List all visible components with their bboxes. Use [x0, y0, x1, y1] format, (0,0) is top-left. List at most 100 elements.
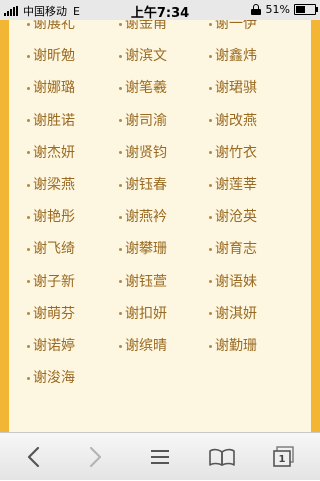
name-text: 谢胜诺 — [33, 112, 75, 129]
name-item[interactable]: 谢燕衿 — [119, 208, 167, 226]
name-text: 谢浚海 — [33, 370, 75, 387]
name-item[interactable]: 谢司渝 — [119, 112, 167, 130]
bullet-dot — [27, 247, 30, 251]
name-item[interactable]: 谢梁燕 — [27, 176, 75, 194]
battery-percent: 51% — [265, 3, 290, 16]
back-icon — [27, 446, 40, 468]
bookmarks-button[interactable] — [197, 433, 247, 481]
name-item[interactable]: 谢金甬 — [119, 20, 167, 33]
name-item[interactable]: 谢子新 — [27, 273, 75, 291]
forward-icon — [89, 446, 102, 468]
name-text: 谢司渝 — [125, 112, 167, 129]
name-item[interactable]: 谢娜璐 — [27, 79, 75, 97]
name-item[interactable]: 谢语妹 — [209, 273, 257, 291]
name-text: 谢飞绮 — [33, 241, 75, 258]
name-text: 谢缤晴 — [125, 338, 167, 354]
battery-level — [296, 6, 306, 13]
name-item[interactable]: 谢飞绮 — [27, 240, 75, 258]
bullet-dot — [119, 86, 122, 90]
name-list-panel[interactable]: 谢展礼 谢金甬 谢一伊 谢昕勉 谢滨文 谢鑫炜 谢娜璐 谢笔羲 谢珺骐 谢胜诺 谢司渝 谢改燕 谢杰妍谢… — [9, 20, 311, 432]
name-item[interactable]: 谢改燕 — [209, 112, 257, 130]
name-item[interactable]: 谢萌芬 — [27, 305, 75, 323]
name-item[interactable]: 谢鑫炜 — [209, 47, 257, 65]
name-text: 谢展礼 — [33, 20, 75, 32]
bullet-dot — [119, 312, 122, 316]
name-text: 谢金甬 — [125, 20, 167, 32]
bullet-dot — [27, 312, 30, 316]
back-button[interactable] — [8, 433, 58, 481]
name-item[interactable]: 谢艳彤 — [27, 208, 75, 226]
bullet-dot — [27, 151, 30, 155]
name-item[interactable]: 谢竹衣 — [209, 144, 257, 162]
name-item[interactable]: 谢钰春 — [119, 176, 167, 194]
name-item[interactable]: 谢昕勉 — [27, 47, 75, 65]
name-text: 谢贤钧 — [125, 144, 167, 161]
name-item[interactable]: 谢贤钧 — [119, 144, 167, 162]
name-text: 谢艳彤 — [33, 209, 75, 226]
bullet-dot — [119, 247, 122, 251]
name-item[interactable]: 谢杰妍 — [27, 144, 75, 162]
name-item[interactable]: 谢滨文 — [119, 47, 167, 65]
name-text: 谢莲莘 — [215, 177, 257, 193]
bullet-dot — [119, 344, 122, 348]
name-item[interactable]: 谢淇妍 — [209, 305, 257, 323]
name-item[interactable]: 谢笔羲 — [119, 79, 167, 97]
name-text: 谢梁燕 — [33, 177, 75, 193]
name-text: 谢燕衿 — [125, 209, 167, 226]
name-item[interactable]: 谢钰萱 — [119, 273, 167, 291]
name-text: 谢沧英 — [215, 209, 257, 226]
bullet-dot — [119, 22, 122, 26]
name-item[interactable]: 谢诺婷 — [27, 337, 75, 355]
name-item[interactable]: 谢莲莘 — [209, 176, 257, 194]
name-item[interactable]: 谢胜诺 — [27, 112, 75, 130]
bullet-dot — [209, 86, 212, 90]
menu-button[interactable] — [135, 433, 185, 481]
menu-icon — [151, 450, 169, 464]
battery-icon — [294, 4, 318, 15]
bullet-dot — [209, 22, 212, 26]
name-item[interactable]: 谢珺骐 — [209, 79, 257, 97]
name-item[interactable]: 谢浚海 — [27, 369, 75, 387]
bullet-dot — [209, 215, 212, 219]
bullet-dot — [209, 280, 212, 284]
tabs-button[interactable]: 1 — [259, 433, 309, 481]
browser-toolbar: 1 — [0, 432, 320, 480]
page-frame: 谢展礼 谢金甬 谢一伊 谢昕勉 谢滨文 谢鑫炜 谢娜璐 谢笔羲 谢珺骐 谢胜诺 谢司渝 谢改燕 谢杰妍谢… — [0, 20, 320, 432]
bullet-dot — [27, 183, 30, 187]
tabs-icon: 1 — [273, 446, 295, 468]
name-text: 谢鑫炜 — [215, 48, 257, 65]
bullet-dot — [27, 119, 30, 123]
name-text: 谢勤珊 — [215, 338, 257, 354]
name-item[interactable]: 谢缤晴 — [119, 337, 167, 355]
bullet-dot — [27, 344, 30, 348]
name-item[interactable]: 谢沧英 — [209, 208, 257, 226]
name-item[interactable]: 谢扣妍 — [119, 305, 167, 323]
name-text: 谢珺骐 — [215, 80, 257, 97]
name-text: 谢诺婷 — [33, 338, 75, 354]
bullet-dot — [209, 151, 212, 155]
bullet-dot — [119, 119, 122, 123]
forward-button[interactable] — [71, 433, 121, 481]
name-item[interactable]: 谢展礼 — [27, 20, 75, 33]
name-item[interactable]: 谢攀珊 — [119, 240, 167, 258]
name-text: 谢扣妍 — [125, 305, 167, 322]
name-text: 谢昕勉 — [33, 48, 75, 65]
bullet-dot — [119, 151, 122, 155]
name-text: 谢滨文 — [125, 48, 167, 65]
bullet-dot — [27, 54, 30, 58]
bullet-dot — [209, 54, 212, 58]
rotation-lock-icon — [250, 4, 261, 15]
name-item[interactable]: 谢勤珊 — [209, 337, 257, 355]
name-text: 谢娜璐 — [33, 80, 75, 97]
name-text: 谢萌芬 — [33, 305, 75, 322]
bullet-dot — [119, 54, 122, 58]
name-text: 谢杰妍 — [33, 144, 75, 161]
name-item[interactable]: 谢育志 — [209, 240, 257, 258]
name-text: 谢淇妍 — [215, 305, 257, 322]
bullet-dot — [209, 247, 212, 251]
name-text: 谢育志 — [215, 241, 257, 258]
bullet-dot — [27, 376, 30, 380]
bullet-dot — [119, 215, 122, 219]
name-item[interactable]: 谢一伊 — [209, 20, 257, 33]
name-text: 谢竹衣 — [215, 144, 257, 161]
